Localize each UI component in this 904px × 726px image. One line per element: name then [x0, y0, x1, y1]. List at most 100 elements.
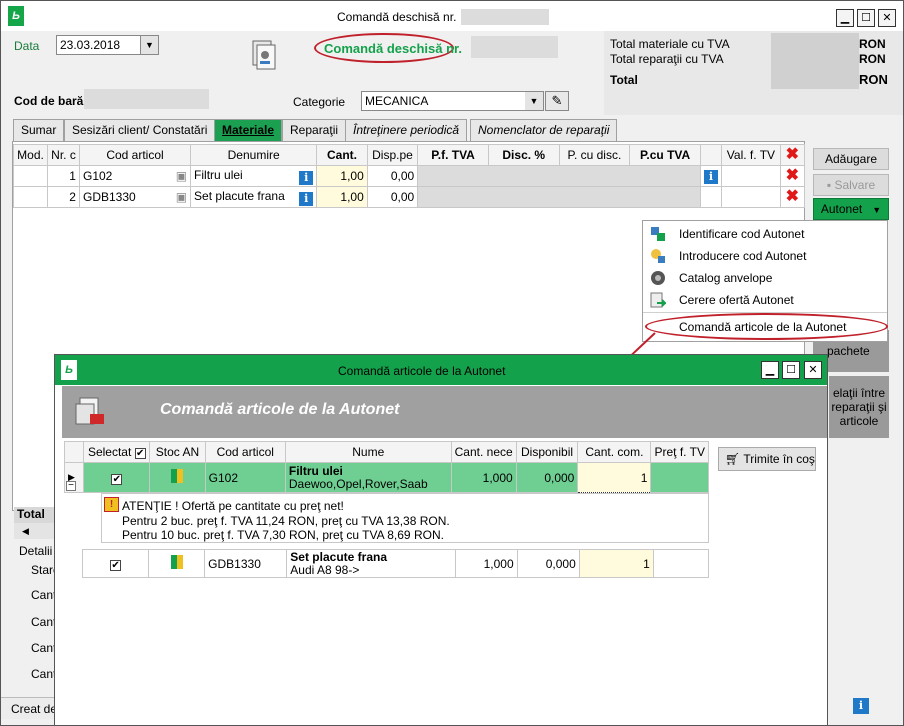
date-picker[interactable]: 23.03.2018 ▼: [56, 35, 159, 55]
row-name: Set placute frana: [194, 188, 285, 203]
dialog-minimize-button[interactable]: ▁: [761, 361, 779, 379]
order-heading: Comandă deschisă nr.: [324, 41, 462, 56]
menu-label: Identificare cod Autonet: [679, 227, 805, 241]
barcode-field[interactable]: [84, 89, 209, 109]
col-order-qty[interactable]: Cant. com.: [577, 441, 652, 463]
tab-sesizari[interactable]: Sesizări client/ Constatări: [64, 119, 216, 141]
col-price-no-vat[interactable]: P.f. TVA: [417, 144, 489, 166]
menu-item-offer[interactable]: Cerere ofertă Autonet: [643, 289, 887, 311]
dialog-maximize-button[interactable]: ☐: [782, 361, 800, 379]
row-disp: 0,00: [366, 186, 419, 208]
col-qty[interactable]: Cant.: [316, 144, 368, 166]
table-row[interactable]: 2 GDB1330 ▣ Set placute frana i 1,00 0,00 …: [12, 186, 806, 208]
dialog-title-bar: Ь Comandă articole de la Autonet ▁ ☐ ✕: [55, 355, 827, 385]
maximize-button[interactable]: ☐: [857, 9, 875, 27]
col-disp[interactable]: Disp.pe: [366, 144, 419, 166]
col-selected[interactable]: Selectat ✔: [83, 441, 151, 463]
row-qty[interactable]: 1,00: [316, 165, 368, 187]
minimize-button[interactable]: ▁: [836, 9, 854, 27]
row-checkbox[interactable]: ✔: [111, 473, 123, 485]
dialog-close-button[interactable]: ✕: [804, 361, 822, 379]
col-value[interactable]: Val. f. TV: [721, 144, 781, 166]
barcode-label: Cod de bară:: [14, 94, 88, 108]
autonet-items-table-2: ✔ GDB1330 Set placute frana Audi A8 98-> …: [81, 549, 710, 578]
row-checkbox[interactable]: ✔: [110, 559, 122, 571]
row-delete-cell[interactable]: ✖: [779, 165, 806, 187]
dialog-heading: Comandă articole de la Autonet: [160, 401, 400, 418]
info-icon[interactable]: i: [703, 169, 718, 184]
created-by-label: Creat de: [11, 702, 58, 716]
table-row[interactable]: ▶ ✔ G102 Filtru ulei Daewoo,Opel,Rover,Sa…: [63, 462, 709, 493]
total-currency: RON: [859, 72, 888, 87]
row-name-cell: Set placute frana Audi A8 98->: [286, 549, 456, 578]
row-hidden-prices: [417, 165, 701, 187]
edit-pencil-button[interactable]: ✎: [545, 91, 569, 111]
col-price-vat[interactable]: P.cu TVA: [629, 144, 701, 166]
materials-total-label: Total materiale cu TVA: [610, 37, 730, 51]
delete-all-icon[interactable]: ✖: [786, 146, 799, 163]
col-name[interactable]: Denumire: [190, 144, 318, 166]
close-button[interactable]: ✕: [878, 9, 896, 27]
col-code[interactable]: Cod articol: [204, 441, 286, 463]
warning-line-1: Pentru 2 buc. preţ f. TVA 11,24 RON, pre…: [122, 514, 450, 528]
col-available[interactable]: Disponibil: [515, 441, 579, 463]
table-row[interactable]: 1 G102 ▣ Filtru ulei i 1,00 0,00 i ✖: [12, 165, 806, 187]
tab-reparatii[interactable]: Reparaţii: [282, 119, 347, 141]
menu-item-introduce[interactable]: Introducere cod Autonet: [643, 245, 887, 267]
category-select[interactable]: MECANICA ▼: [361, 91, 544, 111]
delete-icon[interactable]: ✖: [786, 188, 799, 205]
add-button[interactable]: Adăugare: [813, 148, 889, 170]
row-info-cell[interactable]: [699, 186, 723, 208]
col-stock[interactable]: Stoc AN: [149, 441, 206, 463]
lookup-icon[interactable]: ▣: [176, 169, 187, 183]
menu-item-identify[interactable]: Identificare cod Autonet: [643, 223, 887, 245]
autonet-label: Autonet: [820, 202, 863, 216]
delete-icon[interactable]: ✖: [786, 167, 799, 184]
col-discount[interactable]: Disc. %: [487, 144, 560, 166]
cant-label: Cant: [31, 641, 57, 655]
row-order-qty[interactable]: 1: [578, 549, 654, 578]
select-all-checkbox[interactable]: ✔: [134, 448, 146, 459]
row-name-cell[interactable]: Filtru ulei i: [190, 165, 318, 187]
col-name[interactable]: Nume: [284, 441, 452, 463]
info-icon[interactable]: i: [299, 191, 314, 206]
save-button[interactable]: ▪ Salvare: [813, 174, 889, 196]
info-button[interactable]: i: [853, 698, 871, 716]
tab-materiale[interactable]: Materiale: [214, 119, 283, 141]
scroll-left-icon[interactable]: ◀: [14, 523, 59, 539]
row-select-cell[interactable]: ✔: [83, 462, 151, 493]
lookup-icon[interactable]: ▣: [176, 190, 187, 204]
app-logo-icon: Ь: [61, 360, 77, 380]
send-to-cart-button[interactable]: 🛒︎ Trimite în coş: [718, 447, 816, 471]
row-order-qty[interactable]: 1: [577, 462, 652, 493]
row-qty[interactable]: 1,00: [316, 186, 368, 208]
col-price-disc[interactable]: P. cu disc.: [558, 144, 631, 166]
collapse-icon[interactable]: −: [66, 481, 76, 491]
row-info-cell[interactable]: i: [699, 165, 723, 187]
chevron-down-icon: ▼: [872, 205, 882, 215]
col-code[interactable]: Cod articol: [78, 144, 192, 166]
relations-button[interactable]: elaţii între reparaţii şi articole: [829, 376, 889, 438]
row-code-cell[interactable]: GDB1330 ▣: [78, 186, 192, 208]
status-bar: Creat de: [1, 697, 61, 719]
row-code-cell[interactable]: G102 ▣: [78, 165, 192, 187]
row-subtitle: Daewoo,Opel,Rover,Saab: [288, 476, 428, 491]
tab-intretinere[interactable]: Întreţinere periodică: [345, 119, 468, 141]
col-need[interactable]: Cant. nece: [450, 441, 517, 463]
row-select-cell[interactable]: ✔: [81, 549, 150, 578]
info-icon[interactable]: i: [299, 170, 314, 185]
chevron-down-icon[interactable]: ▼: [525, 92, 543, 110]
send-to-cart-label: Trimite în coş: [743, 452, 815, 466]
col-price[interactable]: Preţ f. TV: [650, 441, 709, 463]
tab-sumar[interactable]: Sumar: [13, 119, 65, 141]
menu-item-tires[interactable]: Catalog anvelope: [643, 267, 887, 289]
autonet-button[interactable]: Autonet ▼: [813, 198, 889, 220]
row-delete-cell[interactable]: ✖: [779, 186, 806, 208]
row-name-cell[interactable]: Set placute frana i: [190, 186, 318, 208]
table-row[interactable]: ✔ GDB1330 Set placute frana Audi A8 98-> …: [81, 549, 710, 578]
col-mod[interactable]: Mod.: [12, 144, 49, 166]
tab-nomenclator[interactable]: Nomenclator de reparaţii: [470, 119, 618, 141]
col-nr[interactable]: Nr. c: [47, 144, 80, 166]
identify-icon: [651, 227, 665, 241]
chevron-down-icon[interactable]: ▼: [140, 36, 158, 54]
